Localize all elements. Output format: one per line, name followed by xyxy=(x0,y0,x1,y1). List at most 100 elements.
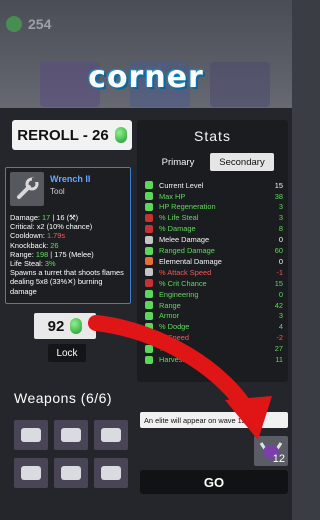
stat-value: 11 xyxy=(275,355,283,365)
stat-label: Ranged Damage xyxy=(159,246,215,256)
stat-label: Armor xyxy=(159,311,180,321)
stat-label: Harvesting xyxy=(159,355,195,365)
stat-label: % Dodge xyxy=(159,322,190,332)
speed-icon xyxy=(145,333,153,342)
weapon-slot[interactable] xyxy=(54,420,88,450)
stat-label: % Crit Chance xyxy=(159,278,207,288)
elemental-icon xyxy=(145,257,153,266)
stat-value: 15 xyxy=(274,180,283,190)
stat-row: Current Level 15 xyxy=(145,180,283,190)
coins-value: 254 xyxy=(28,16,52,32)
stat-value: 15 xyxy=(274,278,283,288)
buy-button[interactable]: 92 xyxy=(34,313,96,339)
melee-icon xyxy=(145,235,153,244)
weapon-slot[interactable] xyxy=(14,458,48,488)
item-stat-line: Life Steal: 3% xyxy=(10,259,56,269)
stat-row: % Dodge 4 xyxy=(145,322,283,332)
item-card[interactable]: Wrench II Tool Damage: 17 | 16 (⚒) Criti… xyxy=(5,167,131,304)
tab-secondary[interactable]: Secondary xyxy=(210,153,274,171)
crit-icon xyxy=(145,279,153,288)
item-price: 92 xyxy=(47,317,65,335)
stat-label: HP Regeneration xyxy=(159,202,216,212)
item-stat-line: Critical: x2 (10% chance) xyxy=(10,222,93,232)
weapon-icon xyxy=(21,428,41,442)
stat-row: % Attack Speed -1 xyxy=(145,267,283,277)
coins-counter: 254 xyxy=(6,16,51,32)
stat-row: Elemental Damage 0 xyxy=(145,256,283,266)
stat-value: 4 xyxy=(278,322,283,332)
weapon-icon xyxy=(101,428,121,442)
stat-row: % Luck 27 xyxy=(145,344,283,354)
stat-label: Range xyxy=(159,300,181,310)
stat-value: -1 xyxy=(276,267,283,277)
stat-value: 0 xyxy=(278,235,283,245)
stat-value: 38 xyxy=(274,191,283,201)
stat-label: % Luck xyxy=(159,344,184,354)
stat-value: 42 xyxy=(274,300,283,310)
stat-value: 3 xyxy=(278,213,283,223)
shop-title: corner xyxy=(88,60,204,95)
item-name: Wrench II xyxy=(50,174,91,184)
elite-wave-badge: 12 xyxy=(254,436,288,466)
stat-label: Current Level xyxy=(159,180,204,190)
stat-label: Max HP xyxy=(159,191,186,201)
stat-label: Elemental Damage xyxy=(159,256,222,266)
coin-icon xyxy=(6,16,22,32)
stat-label: % Speed xyxy=(159,333,189,343)
stat-row: % Crit Chance 15 xyxy=(145,278,283,288)
weapon-slot[interactable] xyxy=(54,458,88,488)
heart-icon xyxy=(145,192,153,201)
stat-value: 8 xyxy=(278,224,283,234)
stat-row: HP Regeneration 3 xyxy=(145,202,283,212)
stat-value: 0 xyxy=(278,256,283,266)
lock-button[interactable]: Lock xyxy=(48,344,86,362)
reroll-label: REROLL - 26 xyxy=(17,126,109,144)
weapon-slot[interactable] xyxy=(94,420,128,450)
harvest-icon xyxy=(145,355,153,364)
stat-value: 27 xyxy=(274,344,283,354)
stat-label: % Life Steal xyxy=(159,213,199,223)
go-button[interactable]: GO xyxy=(140,470,288,494)
stat-value: 60 xyxy=(274,246,283,256)
material-gem-icon xyxy=(70,318,83,334)
stat-row: Max HP 38 xyxy=(145,191,283,201)
tab-primary[interactable]: Primary xyxy=(151,153,205,171)
weapon-slot[interactable] xyxy=(14,420,48,450)
elite-wave-number: 12 xyxy=(272,453,285,465)
weapon-icon xyxy=(61,466,81,480)
armor-icon xyxy=(145,311,153,320)
level-icon xyxy=(145,181,153,190)
stat-row: Melee Damage 0 xyxy=(145,235,283,245)
reroll-button[interactable]: REROLL - 26 xyxy=(12,120,132,150)
stat-row: Range 42 xyxy=(145,300,283,310)
range-icon xyxy=(145,301,153,310)
stat-label: Melee Damage xyxy=(159,235,210,245)
item-type: Tool xyxy=(50,187,65,196)
stat-row: Engineering 0 xyxy=(145,289,283,299)
weapon-icon xyxy=(21,466,41,480)
item-stat-line: Range: 198 | 175 (Melee) xyxy=(10,249,94,259)
engineering-icon xyxy=(145,290,153,299)
stat-label: Engineering xyxy=(159,289,199,299)
material-gem-icon xyxy=(114,127,127,143)
stat-label: % Damage xyxy=(159,224,196,234)
luck-icon xyxy=(145,344,153,353)
stat-value: -2 xyxy=(276,333,283,343)
lifesteal-icon xyxy=(145,213,153,222)
weapons-title: Weapons (6/6) xyxy=(14,390,113,406)
stat-row: Armor 3 xyxy=(145,311,283,321)
stats-panel: Stats Primary Secondary Current Level 15 M… xyxy=(137,120,288,382)
stat-row: Ranged Damage 60 xyxy=(145,245,283,255)
weapon-slot[interactable] xyxy=(94,458,128,488)
stat-value: 3 xyxy=(278,202,283,212)
item-stat-line: Knockback: 26 xyxy=(10,240,59,250)
item-stat-line: Damage: 17 | 16 (⚒) xyxy=(10,213,79,222)
stat-row: % Life Steal 3 xyxy=(145,213,283,223)
attack-speed-icon xyxy=(145,268,153,277)
item-stat-line: Cooldown: 1.79s xyxy=(10,231,66,241)
stat-row: % Damage 8 xyxy=(145,224,283,234)
item-stats: Damage: 17 | 16 (⚒) Critical: x2 (10% ch… xyxy=(10,213,130,296)
regen-icon xyxy=(145,202,153,211)
ranged-icon xyxy=(145,246,153,255)
stat-row: % Speed -2 xyxy=(145,333,283,343)
